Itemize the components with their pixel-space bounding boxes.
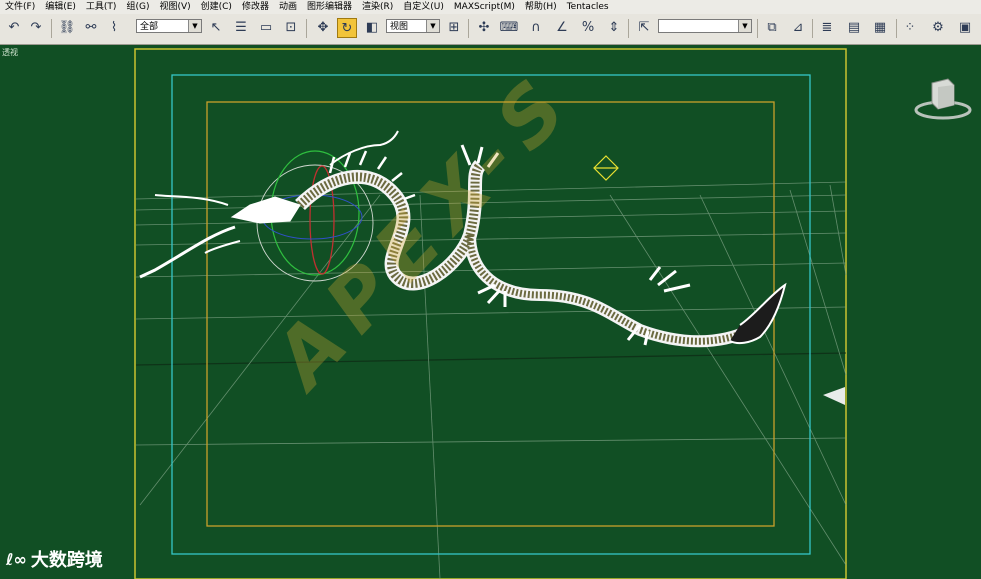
select-by-name-icon[interactable]: ☰ xyxy=(231,18,251,38)
menu-customize[interactable]: 自定义(U) xyxy=(398,0,449,14)
menu-create[interactable]: 创建(C) xyxy=(196,0,237,14)
undo-icon[interactable]: ↶ xyxy=(4,18,24,38)
rectangular-selection-icon[interactable]: ▭ xyxy=(256,18,276,38)
layer-manager-icon[interactable]: ≣ xyxy=(817,18,837,38)
main-toolbar: ↶ ↷ ⛓ ⚯ ⌇ 全部 ▼ ↖ ☰ ▭ ⊡ ✥ ↻ ◧ 视图 ▼ ⊞ ✣ ⌨ … xyxy=(0,14,981,45)
select-and-link-icon[interactable]: ⛓ xyxy=(57,18,77,38)
menu-rendering[interactable]: 渲染(R) xyxy=(357,0,398,14)
select-and-rotate-icon[interactable]: ↻ xyxy=(337,18,357,38)
viewport-label[interactable]: 透视 xyxy=(2,47,18,58)
select-and-scale-icon[interactable]: ◧ xyxy=(362,18,382,38)
perspective-viewport[interactable]: 透视 APEX-S ℓ∞ 大数跨境 xyxy=(0,45,981,579)
menu-maxscript[interactable]: MAXScript(M) xyxy=(449,0,520,14)
toolbar-separator xyxy=(51,19,52,38)
align-icon[interactable]: ⊿ xyxy=(788,18,808,38)
edit-named-selection-icon[interactable]: ⇱ xyxy=(634,18,654,38)
window-crossing-icon[interactable]: ⊡ xyxy=(281,18,301,38)
menu-tentacles[interactable]: Tentacles xyxy=(562,0,614,14)
chevron-down-icon: ▼ xyxy=(738,20,751,32)
menu-bar: 文件(F) 编辑(E) 工具(T) 组(G) 视图(V) 创建(C) 修改器 动… xyxy=(0,0,981,14)
mirror-icon[interactable]: ⧉ xyxy=(762,18,782,38)
percent-snap-icon[interactable]: % xyxy=(578,18,598,38)
bind-space-warp-icon[interactable]: ⌇ xyxy=(104,18,124,38)
selection-filter-value: 全部 xyxy=(140,22,159,32)
curve-editor-icon[interactable]: ▤ xyxy=(844,18,864,38)
menu-animation[interactable]: 动画 xyxy=(274,0,302,14)
select-object-icon[interactable]: ↖ xyxy=(206,18,226,38)
menu-modifiers[interactable]: 修改器 xyxy=(237,0,274,14)
select-and-move-icon[interactable]: ✥ xyxy=(313,18,333,38)
light-helper xyxy=(593,155,619,181)
render-frame-icon[interactable]: ▣ xyxy=(955,18,975,38)
toolbar-separator xyxy=(757,19,758,38)
keyboard-shortcut-override-icon[interactable]: ⌨ xyxy=(499,18,519,38)
schematic-view-icon[interactable]: ▦ xyxy=(870,18,890,38)
spinner-snap-icon[interactable]: ⇕ xyxy=(604,18,624,38)
redo-icon[interactable]: ↷ xyxy=(26,18,46,38)
toolbar-separator xyxy=(628,19,629,38)
unlink-icon[interactable]: ⚯ xyxy=(81,18,101,38)
menu-group[interactable]: 组(G) xyxy=(121,0,154,14)
toolbar-separator xyxy=(812,19,813,38)
home-grid xyxy=(135,181,847,579)
render-setup-icon[interactable]: ⚙ xyxy=(928,18,948,38)
chevron-down-icon: ▼ xyxy=(426,20,439,32)
reference-coordinate-value: 视图 xyxy=(390,22,409,32)
snaps-toggle-icon[interactable]: ∩ xyxy=(526,18,546,38)
brand-logo: ℓ∞ 大数跨境 xyxy=(6,546,103,572)
toolbar-separator xyxy=(306,19,307,38)
named-selection-dropdown[interactable]: ▼ xyxy=(658,19,752,33)
reference-coordinate-dropdown[interactable]: 视图 ▼ xyxy=(386,19,440,33)
menu-views[interactable]: 视图(V) xyxy=(154,0,195,14)
logo-mark-icon: ℓ∞ xyxy=(6,549,27,569)
pivot-center-icon[interactable]: ⊞ xyxy=(444,18,464,38)
logo-text: 大数跨境 xyxy=(30,550,103,571)
toolbar-separator xyxy=(468,19,469,38)
navigation-arrow-icon[interactable] xyxy=(823,387,847,409)
select-manipulate-icon[interactable]: ✣ xyxy=(474,18,494,38)
angle-snap-icon[interactable]: ∠ xyxy=(552,18,572,38)
viewcube-icon[interactable] xyxy=(914,77,972,121)
toolbar-separator xyxy=(896,19,897,38)
menu-tools[interactable]: 工具(T) xyxy=(81,0,122,14)
menu-file[interactable]: 文件(F) xyxy=(0,0,40,14)
chevron-down-icon: ▼ xyxy=(188,20,201,32)
selection-filter-dropdown[interactable]: 全部 ▼ xyxy=(136,19,202,33)
material-editor-icon[interactable]: ⁘ xyxy=(900,18,920,38)
menu-help[interactable]: 帮助(H) xyxy=(520,0,562,14)
menu-edit[interactable]: 编辑(E) xyxy=(40,0,81,14)
menu-graph-editors[interactable]: 图形编辑器 xyxy=(302,0,357,14)
